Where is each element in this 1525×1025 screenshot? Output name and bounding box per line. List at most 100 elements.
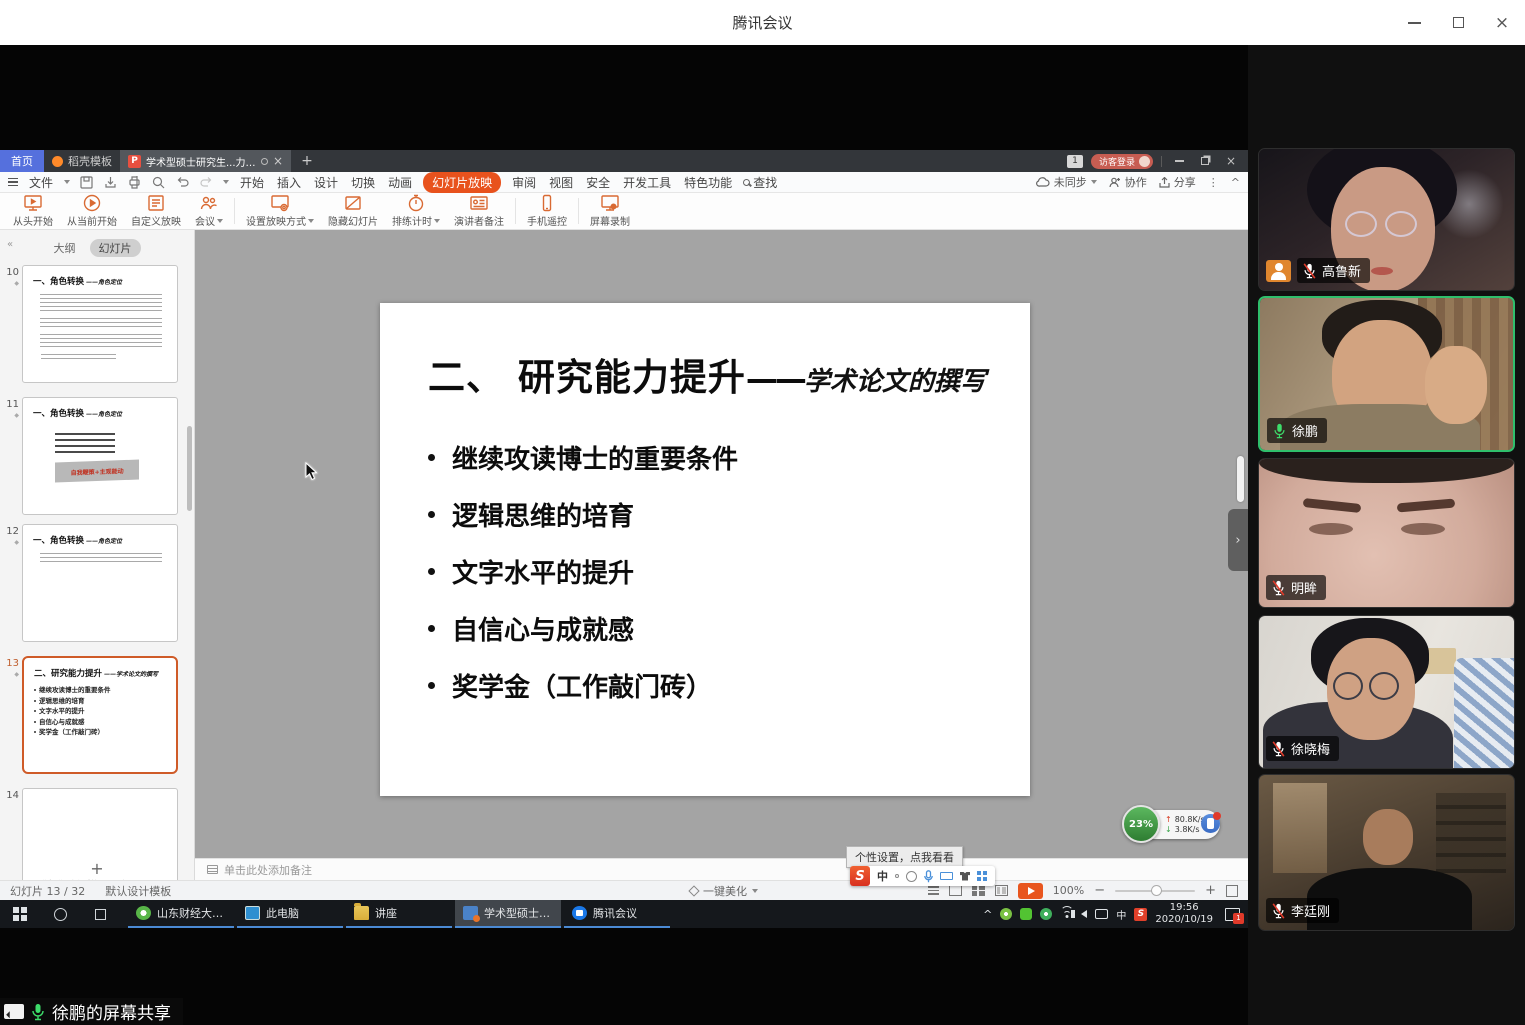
custom-show-button[interactable]: 自定义放映	[124, 192, 188, 230]
clock[interactable]: 19:56 2020/10/19	[1155, 902, 1213, 926]
zoom-slider[interactable]	[1115, 890, 1195, 892]
volume-icon[interactable]	[1081, 910, 1087, 918]
pin-icon[interactable]	[261, 158, 268, 165]
output-icon[interactable]	[103, 175, 118, 190]
reading-view-icon[interactable]	[995, 885, 1008, 896]
collaborate-button[interactable]: 协作	[1109, 174, 1147, 190]
tab-home[interactable]: 首页	[0, 150, 44, 172]
ime-punctuation-icon[interactable]	[895, 874, 899, 878]
slide-10-thumb[interactable]: 一、角色转换——角色定位	[22, 265, 178, 383]
wechat-icon[interactable]	[1020, 908, 1032, 920]
message-icon[interactable]	[1095, 909, 1108, 919]
slide-sorter-icon[interactable]	[972, 885, 985, 896]
minimize-button[interactable]	[1399, 8, 1429, 38]
menu-insert[interactable]: 插入	[275, 173, 303, 192]
menu-transition[interactable]: 切换	[349, 173, 377, 192]
tray-expand-icon[interactable]: ^	[983, 908, 992, 921]
taskbar-app-this-pc[interactable]: 此电脑	[237, 900, 343, 928]
collapse-sidebar-icon[interactable]: «	[7, 239, 13, 250]
slide-11-thumb[interactable]: 一、角色转换——角色定位 自我鞭策+主观能动	[22, 397, 178, 515]
hide-slide-button[interactable]: 隐藏幻灯片	[321, 192, 385, 230]
template-name[interactable]: 默认设计模板	[105, 883, 171, 899]
wps-minimize-button[interactable]	[1170, 150, 1188, 172]
wps-close-button[interactable]: ×	[1222, 150, 1240, 172]
menu-view[interactable]: 视图	[547, 173, 575, 192]
participant-tile-speaking[interactable]: 徐鹏	[1258, 296, 1515, 452]
normal-view-icon[interactable]	[949, 885, 962, 896]
wps-restore-button[interactable]	[1196, 150, 1214, 172]
network-speed-widget[interactable]: ↑80.8K/s ↓3.8K/s 23%	[1122, 805, 1220, 845]
redo-icon[interactable]	[199, 175, 214, 190]
sidebar-scrollbar[interactable]	[187, 426, 192, 511]
menu-slideshow[interactable]: 幻灯片放映	[423, 172, 501, 193]
meeting-button[interactable]: 会议	[188, 192, 230, 230]
zoom-slider-knob[interactable]	[1151, 885, 1162, 896]
tab-docer[interactable]: 稻壳模板	[44, 150, 120, 172]
menu-animation[interactable]: 动画	[386, 173, 414, 192]
toolbox-icon[interactable]	[977, 871, 987, 881]
start-button[interactable]	[0, 900, 40, 928]
undo-icon[interactable]	[175, 175, 190, 190]
taskbar-app-wps[interactable]: 学术型硕士研究生...	[455, 900, 561, 928]
add-slide-button[interactable]: +	[0, 859, 194, 878]
fullscreen-icon[interactable]	[1226, 885, 1238, 897]
slide-13-thumb-selected[interactable]: 二、研究能力提升——学术论文的撰写 继续攻读博士的重要条件 逻辑思维的培育 文字…	[22, 656, 178, 774]
zoom-in-button[interactable]: +	[1205, 883, 1216, 898]
new-tab-button[interactable]: +	[291, 150, 323, 172]
slideshow-play-button[interactable]	[1018, 883, 1043, 899]
save-icon[interactable]	[79, 175, 94, 190]
voice-input-icon[interactable]	[924, 870, 933, 883]
menu-design[interactable]: 设计	[312, 173, 340, 192]
beautify-button[interactable]: 一键美化	[690, 883, 758, 899]
rehearse-timing-button[interactable]: 排练计时	[385, 192, 447, 230]
sogou-logo[interactable]: S	[850, 866, 870, 886]
play-from-current-button[interactable]: 从当前开始	[60, 192, 124, 230]
print-icon[interactable]	[127, 175, 142, 190]
zoom-level[interactable]: 100%	[1053, 884, 1084, 897]
maximize-button[interactable]	[1443, 8, 1473, 38]
collapse-ribbon-icon[interactable]: ^	[1231, 176, 1240, 189]
menu-security[interactable]: 安全	[584, 173, 612, 192]
cortana-button[interactable]	[40, 900, 80, 928]
tab-close-icon[interactable]: ×	[273, 154, 283, 168]
taskbar-app-folder[interactable]: 讲座	[346, 900, 452, 928]
participant-tile[interactable]: 高鲁新	[1258, 148, 1515, 291]
taskbar-app-browser[interactable]: 山东财经大学 - 36...	[128, 900, 234, 928]
zoom-out-button[interactable]: −	[1094, 883, 1105, 898]
participant-tile[interactable]: 明眸	[1258, 458, 1515, 608]
canvas-scrollbar[interactable]	[1237, 456, 1244, 502]
tab-outline[interactable]: 大纲	[54, 240, 76, 256]
play-from-start-button[interactable]: 从头开始	[6, 192, 60, 230]
notes-toggle-icon[interactable]	[928, 886, 939, 895]
keyboard-icon[interactable]	[940, 872, 953, 880]
action-center-icon[interactable]: 1	[1225, 908, 1240, 921]
ime-lang-indicator[interactable]: 中	[877, 868, 888, 884]
cloud-sync-button[interactable]: 未同步	[1036, 174, 1097, 190]
guest-login-button[interactable]: 访客登录	[1091, 154, 1153, 169]
menu-file[interactable]: 文件	[27, 173, 55, 192]
menu-start[interactable]: 开始	[238, 173, 266, 192]
skin-icon[interactable]	[960, 872, 970, 881]
preview-icon[interactable]	[151, 175, 166, 190]
antivirus-icon[interactable]	[1040, 908, 1052, 920]
memory-usage-ball[interactable]: 23%	[1122, 805, 1160, 843]
menu-features[interactable]: 特色功能	[682, 173, 734, 192]
window-count-badge[interactable]: 1	[1067, 155, 1083, 168]
taskbar-app-meeting[interactable]: 腾讯会议	[564, 900, 670, 928]
tray-lang-indicator[interactable]: 中	[1116, 907, 1126, 922]
task-view-button[interactable]	[80, 900, 120, 928]
current-slide[interactable]: 二、 研究能力提升——学术论文的撰写 继续攻读博士的重要条件 逻辑思维的培育 文…	[380, 303, 1030, 796]
ime-toolbar[interactable]: S 中	[850, 866, 995, 886]
security-tool-icon[interactable]	[1201, 814, 1220, 833]
participant-tile[interactable]: 徐晓梅	[1258, 615, 1515, 769]
tray-app-icon[interactable]	[1000, 908, 1012, 920]
tab-slides[interactable]: 幻灯片	[90, 239, 141, 257]
sogou-tray-icon[interactable]: S	[1134, 908, 1147, 921]
screen-record-button[interactable]: 屏幕录制	[583, 192, 637, 230]
find-button[interactable]: 查找	[743, 174, 777, 191]
tab-document[interactable]: P 学术型硕士研究生...力提升10.19 ×	[120, 150, 291, 172]
slideshow-settings-button[interactable]: 设置放映方式	[239, 192, 321, 230]
notes-bar[interactable]: 单击此处添加备注	[195, 858, 1248, 880]
share-button[interactable]: 分享	[1159, 174, 1196, 190]
slide-12-thumb[interactable]: 一、角色转换——角色定位	[22, 524, 178, 642]
